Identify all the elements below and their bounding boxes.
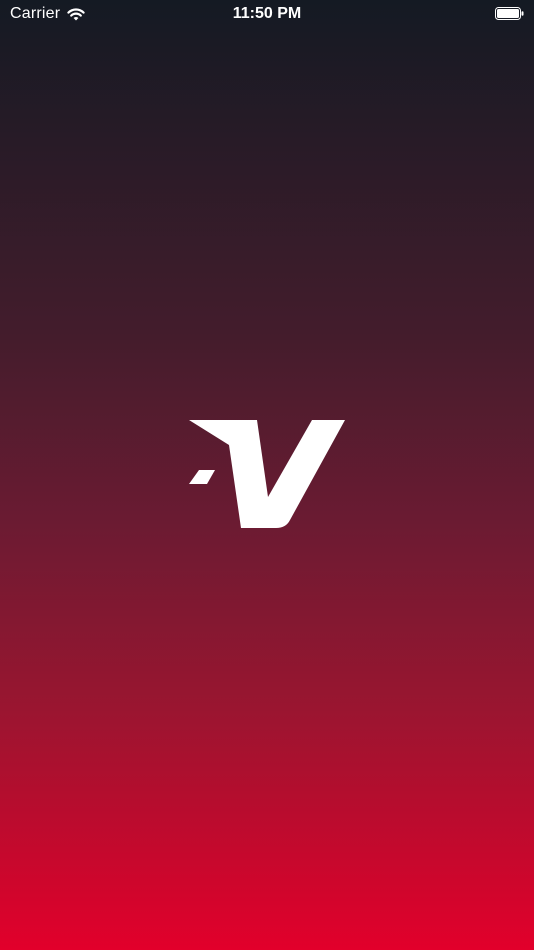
status-bar: Carrier 11:50 PM [0, 0, 534, 28]
logo-svg [189, 420, 345, 528]
battery-icon [495, 7, 524, 20]
status-time: 11:50 PM [232, 5, 302, 22]
splash-screen: Carrier 11:50 PM [0, 0, 534, 950]
logo-dash [189, 470, 215, 484]
v-brand-logo-icon [188, 420, 346, 530]
